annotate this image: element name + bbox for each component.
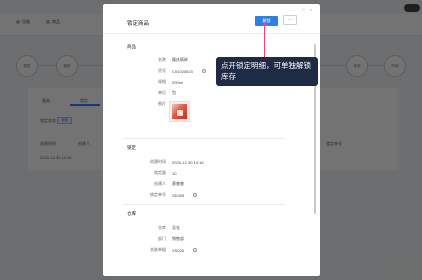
field-label: 关联单据 (150, 247, 166, 252)
field-value: XS026 (172, 247, 185, 253)
field-label: 规格 (158, 79, 166, 84)
field-value: 销售部 (172, 236, 184, 241)
field-row: 创建人 蔡睿睿 (129, 181, 184, 187)
field-row: 图片 (129, 101, 172, 107)
product-image-art (172, 104, 187, 119)
drawer-title: 锁定商品 (127, 21, 150, 27)
field-label: 货号 (158, 68, 166, 73)
divider (123, 204, 285, 205)
field-value: 蔡睿睿 (172, 181, 184, 186)
field-label: 单位 (158, 90, 166, 95)
section-title-lock: 锁定 (127, 145, 136, 150)
field-row: 单位 包 (129, 90, 176, 96)
more-button[interactable]: ··· (283, 15, 297, 25)
info-icon[interactable]: i (193, 248, 198, 252)
field-row: 货号 C01020023 i (129, 68, 206, 74)
field-row: 仓库 总仓 (129, 225, 180, 231)
field-row: 名称 隆庆陨碎 (129, 57, 188, 63)
field-value: C01020023 (172, 68, 193, 74)
divider (123, 138, 285, 139)
field-row: 创建时间 2025-12-30 14:16 (129, 159, 204, 165)
field-row: 锁定量 10 (129, 170, 176, 176)
product-image[interactable] (169, 101, 190, 122)
field-label: 图片 (158, 101, 166, 106)
drawer-header: 锁定商品 解锁 ··· (103, 4, 320, 34)
field-label: 锁定量 (154, 170, 166, 175)
pointer-line (264, 24, 265, 57)
lock-detail-drawer: □ × 锁定商品 解锁 ··· 商品 名称 隆庆陨碎 货号 C01020023 … (103, 4, 320, 276)
field-value: 包 (172, 90, 176, 95)
section-title-product: 商品 (127, 44, 136, 49)
field-value: 10 (172, 170, 177, 176)
field-label: 部门 (158, 236, 166, 241)
field-row: 部门 销售部 (129, 236, 184, 242)
field-label: 创建人 (154, 181, 166, 186)
field-label: 仓库 (158, 225, 166, 230)
field-value: 总仓 (172, 225, 180, 230)
field-label: 创建时间 (150, 159, 166, 164)
tooltip-callout: 点开锁定明细，可单独解锁库存 (216, 57, 318, 86)
field-value: 2025-12-30 14:16 (172, 159, 204, 165)
field-value: SD309 (172, 192, 185, 198)
field-row: 规格 200ml (129, 79, 183, 85)
section-title-warehouse: 仓库 (127, 211, 136, 216)
field-value: 隆庆陨碎 (172, 57, 188, 62)
field-label: 名称 (158, 57, 166, 62)
info-icon[interactable]: i (193, 193, 198, 197)
field-value: 200ml (172, 79, 183, 85)
info-icon[interactable]: i (201, 69, 206, 73)
field-label: 锁定单号 (150, 192, 166, 197)
field-row: 锁定单号 SD309 i (129, 192, 198, 198)
field-row: 关联单据 XS026 i (129, 247, 198, 253)
